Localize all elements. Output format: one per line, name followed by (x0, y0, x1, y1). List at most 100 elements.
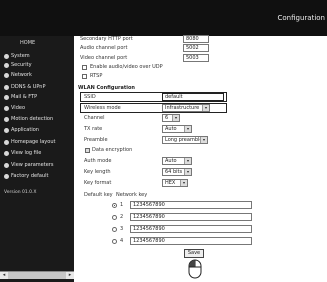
preamble-label: Preamble (84, 137, 108, 143)
horizontal-scrollbar[interactable]: ◂ ▸ (0, 271, 74, 279)
tx-rate-label: TX rate (84, 126, 103, 132)
wlan-section-title: WLAN Configuration (78, 85, 135, 91)
wireless-mode-value: Infrastructure (165, 105, 200, 111)
key-4-radio[interactable] (112, 239, 117, 244)
sidebar-item-network[interactable]: Network (4, 71, 74, 80)
channel-select[interactable]: 6 ▾ (162, 114, 180, 122)
rtsp-checkbox[interactable] (82, 74, 87, 79)
sidebar-item-factory-default[interactable]: Factory default (4, 172, 74, 181)
key-4-index: 4 (120, 238, 124, 244)
video-port-label: Video channel port (80, 55, 128, 61)
sidebar-home-link[interactable]: HOME (20, 40, 35, 46)
sidebar-item-label: System (11, 53, 30, 59)
video-port-field[interactable]: 5003 (183, 54, 209, 62)
arrow-bullet-icon (4, 163, 9, 168)
auth-mode-select[interactable]: Auto ▾ (162, 157, 192, 165)
key-1-radio[interactable] (112, 203, 117, 208)
key-length-select[interactable]: 64 bits ▾ (162, 168, 192, 176)
key-3-field[interactable]: 1234567890 (130, 225, 252, 233)
chevron-down-icon: ▾ (202, 105, 209, 111)
sidebar: HOME System Security Network DDNS & UPnP… (0, 36, 74, 282)
sidebar-item-motion-detection[interactable]: Motion detection (4, 115, 74, 124)
key-length-label: Key length (84, 169, 111, 175)
key-format-label: Key format (84, 180, 112, 186)
key-2-radio[interactable] (112, 215, 117, 220)
arrow-bullet-icon (4, 95, 9, 100)
header-bar: Configuration (0, 0, 327, 36)
ssid-label: SSID (84, 94, 96, 100)
channel-value: 6 (165, 115, 169, 121)
sidebar-item-label: View parameters (11, 162, 54, 168)
key-length-value: 64 bits (165, 169, 183, 175)
arrow-bullet-icon (4, 73, 9, 78)
sidebar-item-label: Factory default (11, 173, 49, 179)
sidebar-item-label: Mail & FTP (11, 94, 38, 100)
version-label: Version 01.0.X (4, 190, 37, 195)
preamble-value: Long preamble (165, 137, 203, 143)
tx-rate-select[interactable]: Auto ▾ (162, 125, 192, 133)
sidebar-item-ddns-upnp[interactable]: DDNS & UPnP (4, 83, 74, 92)
key-format-value: HEX (165, 180, 176, 186)
key-2-index: 2 (120, 214, 124, 220)
wireless-mode-label: Wireless mode (84, 105, 121, 111)
mouse-click-icon (188, 259, 202, 279)
key-1-index: 1 (120, 202, 124, 208)
audio-port-field[interactable]: 5002 (183, 44, 209, 52)
scroll-left-icon[interactable]: ◂ (0, 272, 8, 279)
chevron-down-icon: ▾ (184, 169, 191, 175)
key-3-index: 3 (120, 226, 124, 232)
default-key-label: Default key (84, 192, 113, 198)
network-key-label: Network key (116, 192, 148, 198)
main-panel: Secondary HTTP port 8080 Audio channel p… (74, 35, 327, 282)
auth-mode-value: Auto (165, 158, 177, 164)
sidebar-item-view-log-file[interactable]: View log file (4, 149, 74, 158)
arrow-bullet-icon (4, 128, 9, 133)
arrow-bullet-icon (4, 63, 9, 68)
secondary-http-port-field[interactable]: 8080 (183, 35, 209, 43)
preamble-select[interactable]: Long preamble ▾ (162, 136, 208, 144)
sidebar-item-label: Video (11, 105, 26, 111)
key-format-select[interactable]: HEX ▾ (162, 179, 188, 187)
sidebar-item-label: Motion detection (11, 116, 54, 122)
sidebar-item-label: Security (11, 62, 32, 68)
chevron-down-icon: ▾ (200, 137, 207, 143)
sidebar-item-label: View log file (11, 150, 42, 156)
key-4-field[interactable]: 1234567890 (130, 237, 252, 245)
channel-label: Channel (84, 115, 105, 121)
arrow-bullet-icon (4, 54, 9, 59)
data-encryption-label: Data encryption (92, 147, 133, 153)
arrow-bullet-icon (4, 140, 9, 145)
chevron-down-icon: ▾ (180, 180, 187, 186)
save-button[interactable]: Save (184, 249, 204, 258)
sidebar-item-label: Network (11, 72, 32, 78)
page-title: Configuration (277, 14, 325, 22)
sidebar-item-label: Homepage layout (11, 139, 56, 145)
wireless-mode-select[interactable]: Infrastructure ▾ (162, 104, 210, 112)
chevron-down-icon: ▾ (184, 126, 191, 132)
udp-checkbox[interactable] (82, 65, 87, 70)
rtsp-checkbox-label: RTSP (90, 73, 103, 79)
data-encryption-checkbox[interactable] (85, 148, 90, 153)
sidebar-item-video[interactable]: Video (4, 104, 74, 113)
arrow-bullet-icon (4, 85, 9, 90)
arrow-bullet-icon (4, 174, 9, 179)
tx-rate-value: Auto (165, 126, 177, 132)
sidebar-item-label: Application (11, 127, 39, 133)
arrow-bullet-icon (4, 117, 9, 122)
sidebar-item-security[interactable]: Security (4, 61, 74, 70)
chevron-down-icon: ▾ (184, 158, 191, 164)
sidebar-item-system[interactable]: System (4, 52, 74, 61)
sidebar-item-mail-ftp[interactable]: Mail & FTP (4, 93, 74, 102)
key-1-field[interactable]: 1234567890 (130, 201, 252, 209)
audio-port-label: Audio channel port (80, 45, 128, 51)
sidebar-item-view-parameters[interactable]: View parameters (4, 161, 74, 170)
scroll-right-icon[interactable]: ▸ (66, 272, 74, 279)
arrow-bullet-icon (4, 106, 9, 111)
sidebar-item-homepage-layout[interactable]: Homepage layout (4, 138, 74, 147)
ssid-field[interactable]: default (162, 93, 224, 101)
key-2-field[interactable]: 1234567890 (130, 213, 252, 221)
sidebar-item-application[interactable]: Application (4, 126, 74, 135)
secondary-http-port-label: Secondary HTTP port (80, 36, 133, 42)
chevron-down-icon: ▾ (172, 115, 179, 121)
key-3-radio[interactable] (112, 227, 117, 232)
